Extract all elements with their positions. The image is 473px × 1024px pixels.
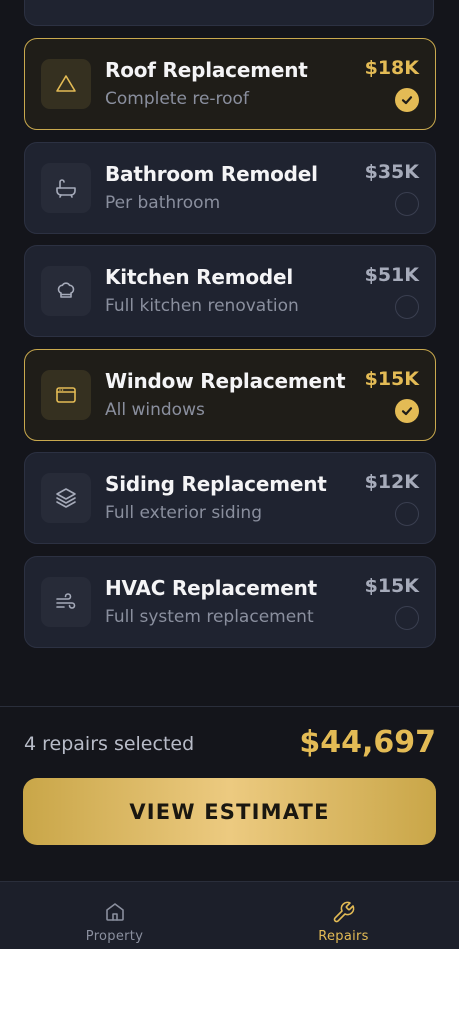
app-screen: Roof Replacement Complete re-roof $18K B… [0,0,459,949]
repair-card-roof[interactable]: Roof Replacement Complete re-roof $18K [24,38,436,130]
repair-subtitle: Full exterior siding [105,503,262,523]
repair-card-siding[interactable]: Siding Replacement Full exterior siding … [24,452,436,544]
repair-price: $35K [364,160,419,183]
repair-icon-box [41,369,91,420]
selected-count: 4 repairs selected [24,733,195,755]
repair-subtitle: Full kitchen renovation [105,296,299,316]
repair-price: $18K [364,57,419,79]
repair-icon-box [41,162,91,213]
summary-footer: 4 repairs selected $44,697 VIEW ESTIMATE [0,706,459,881]
view-estimate-button[interactable]: VIEW ESTIMATE [23,778,436,845]
repair-title: HVAC Replacement [105,575,318,600]
repair-icon-box [41,576,91,627]
window-icon [56,386,76,403]
repair-title: Roof Replacement [105,58,308,82]
repair-price: $15K [364,367,419,390]
repair-card-partial[interactable] [24,0,434,26]
bottom-nav: Property Repairs [0,881,459,949]
nav-label: Repairs [318,929,369,944]
repair-price: $12K [364,471,419,493]
wind-icon [56,592,76,609]
chef-hat-icon [57,282,75,298]
repair-card-window[interactable]: Window Replacement All windows $15K [24,348,436,441]
checkmark-icon [401,406,413,415]
repair-card-bathroom[interactable]: Bathroom Remodel Per bathroom $35K [24,141,436,234]
repair-checkbox[interactable] [395,502,419,526]
repair-title: Kitchen Remodel [105,265,294,289]
estimate-total: $44,697 [299,725,436,760]
repair-subtitle: Full system replacement [105,606,314,627]
nav-item-repairs[interactable]: Repairs [229,882,458,949]
repair-title: Window Replacement [105,368,346,393]
layers-icon [56,488,76,508]
nav-label: Property [85,929,144,944]
repair-list: Roof Replacement Complete re-roof $18K B… [24,38,436,659]
repair-title: Siding Replacement [105,472,327,496]
repair-subtitle: All windows [105,399,205,420]
repair-icon-box [41,59,91,109]
repair-checkbox[interactable] [395,191,419,216]
triangle-icon [56,75,76,92]
wrench-icon [333,901,354,923]
repair-checkbox[interactable] [395,398,419,423]
repair-subtitle: Per bathroom [105,192,221,213]
checkmark-icon [401,96,413,105]
home-icon [105,903,124,921]
repair-price: $15K [364,574,419,597]
repair-icon-box [41,473,91,523]
repair-checkbox[interactable] [395,605,419,630]
nav-item-property[interactable]: Property [0,882,229,949]
repair-price: $51K [364,264,419,286]
bathtub-icon [56,178,76,198]
repair-card-hvac[interactable]: HVAC Replacement Full system replacement… [24,555,436,648]
repair-checkbox[interactable] [395,88,419,112]
repair-title: Bathroom Remodel [105,161,318,186]
repair-subtitle: Complete re-roof [105,89,249,109]
repair-icon-box [41,266,91,316]
repair-checkbox[interactable] [395,295,419,319]
repair-card-kitchen[interactable]: Kitchen Remodel Full kitchen renovation … [24,245,436,337]
